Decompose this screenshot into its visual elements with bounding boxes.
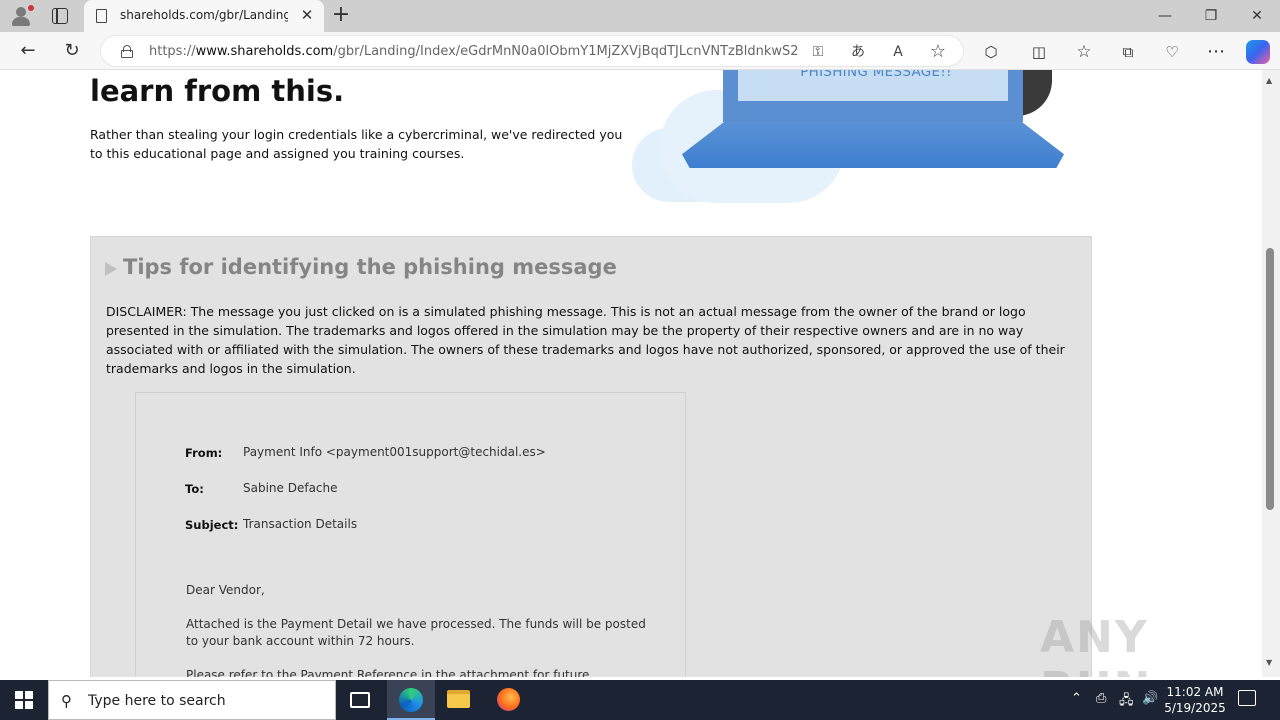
translate-icon[interactable]: あ — [848, 42, 868, 62]
to-value: Sabine Defache — [243, 481, 338, 495]
tips-heading[interactable]: Tips for identifying the phishing messag… — [123, 255, 617, 279]
disclaimer-text: DISCLAIMER: The message you just clicked… — [106, 304, 1065, 376]
close-tab-icon[interactable]: ✕ — [298, 6, 316, 24]
read-aloud-icon[interactable]: A — [888, 42, 908, 62]
search-icon: ⚲ — [61, 692, 72, 710]
subject-value: Transaction Details — [243, 517, 358, 531]
folder-icon — [447, 690, 470, 708]
page-scrollbar[interactable]: ▲ ▼ — [1262, 70, 1280, 677]
clock-time: 11:02 AM — [1166, 685, 1224, 699]
email-paragraph: Please refer to the Payment Reference in… — [186, 668, 590, 677]
minimize-button[interactable]: — — [1142, 4, 1188, 28]
page-heading: learn from this. — [90, 74, 345, 108]
new-tab-button[interactable]: + — [330, 4, 352, 26]
laptop-base — [682, 122, 1064, 168]
illustration-text: PHISHING MESSAGE!! — [800, 70, 952, 80]
copilot-icon[interactable] — [1246, 40, 1270, 64]
file-explorer-button[interactable] — [435, 680, 483, 720]
browser-tab-bar: shareholds.com/gbr/Landing/Index ✕ + — ❐… — [0, 0, 1280, 32]
back-button[interactable]: ← — [16, 39, 40, 63]
firefox-button[interactable] — [484, 680, 532, 720]
tab-title: shareholds.com/gbr/Landing/Index — [120, 8, 288, 22]
scroll-down-icon[interactable]: ▼ — [1266, 658, 1272, 667]
from-label: From: — [185, 446, 223, 460]
to-label: To: — [185, 482, 204, 496]
expand-arrow-icon[interactable] — [105, 262, 117, 276]
task-view-button[interactable] — [336, 680, 384, 720]
taskbar-search-box[interactable]: ⚲ Type here to search — [48, 680, 336, 720]
clock-date: 5/19/2025 — [1164, 701, 1226, 715]
watermark: ANY RUN — [1040, 612, 1150, 677]
subject-label: Subject: — [185, 518, 239, 532]
volume-icon[interactable]: 🔊 — [1142, 691, 1158, 706]
browser-essentials-icon[interactable]: ♡ — [1161, 41, 1183, 63]
page-icon — [96, 9, 107, 23]
password-key-icon[interactable]: ⚿ — [808, 42, 828, 62]
edge-taskbar-button[interactable] — [387, 680, 435, 720]
email-preview: From: Payment Info <payment001support@te… — [135, 392, 686, 677]
from-value: Payment Info <payment001support@techidal… — [243, 445, 546, 459]
email-greeting: Dear Vendor, — [186, 583, 265, 597]
meet-icon[interactable]: ⎙ — [1096, 691, 1106, 706]
scroll-up-icon[interactable]: ▲ — [1266, 76, 1272, 85]
refresh-button[interactable]: ↻ — [60, 39, 84, 63]
browser-tab[interactable]: shareholds.com/gbr/Landing/Index ✕ — [84, 0, 324, 32]
search-placeholder: Type here to search — [88, 693, 226, 709]
tab-actions-icon[interactable] — [52, 8, 68, 24]
favorite-star-icon[interactable]: ☆ — [928, 42, 948, 62]
tips-panel: Tips for identifying the phishing messag… — [90, 236, 1092, 677]
email-paragraph: Attached is the Payment Detail we have p… — [186, 617, 646, 648]
scrollbar-thumb[interactable] — [1266, 248, 1274, 510]
notification-icon[interactable] — [1238, 690, 1256, 706]
windows-start-icon[interactable] — [15, 691, 33, 709]
edge-icon — [399, 688, 423, 712]
address-bar[interactable]: https://www.shareholds.com/gbr/Landing/I… — [100, 35, 964, 67]
split-screen-icon[interactable]: ◫ — [1028, 41, 1050, 63]
restore-button[interactable]: ❐ — [1188, 4, 1234, 28]
task-view-icon — [350, 692, 370, 708]
system-clock[interactable]: 11:02 AM 5/19/2025 — [1160, 684, 1230, 716]
url-text[interactable]: https://www.shareholds.com/gbr/Landing/I… — [149, 44, 799, 59]
page-viewport: learn from this. Rather than stealing yo… — [0, 70, 1262, 677]
profile-icon[interactable] — [10, 5, 34, 27]
extensions-icon[interactable]: ⬡ — [980, 41, 1002, 63]
favorites-icon[interactable]: ☆ — [1073, 41, 1095, 63]
chevron-up-icon[interactable]: ⌃ — [1071, 691, 1082, 706]
taskbar: ⚲ Type here to search ⌃ ⎙ 🖧 🔊 11:02 AM 5… — [0, 680, 1280, 720]
close-window-button[interactable]: ✕ — [1234, 4, 1280, 28]
lock-icon[interactable] — [121, 45, 133, 58]
intro-text: Rather than stealing your login credenti… — [90, 127, 623, 161]
collections-icon[interactable]: ⧉ — [1117, 41, 1139, 63]
network-icon[interactable]: 🖧 — [1119, 691, 1134, 713]
settings-more-icon[interactable]: ⋯ — [1205, 41, 1227, 63]
firefox-icon — [497, 688, 520, 711]
